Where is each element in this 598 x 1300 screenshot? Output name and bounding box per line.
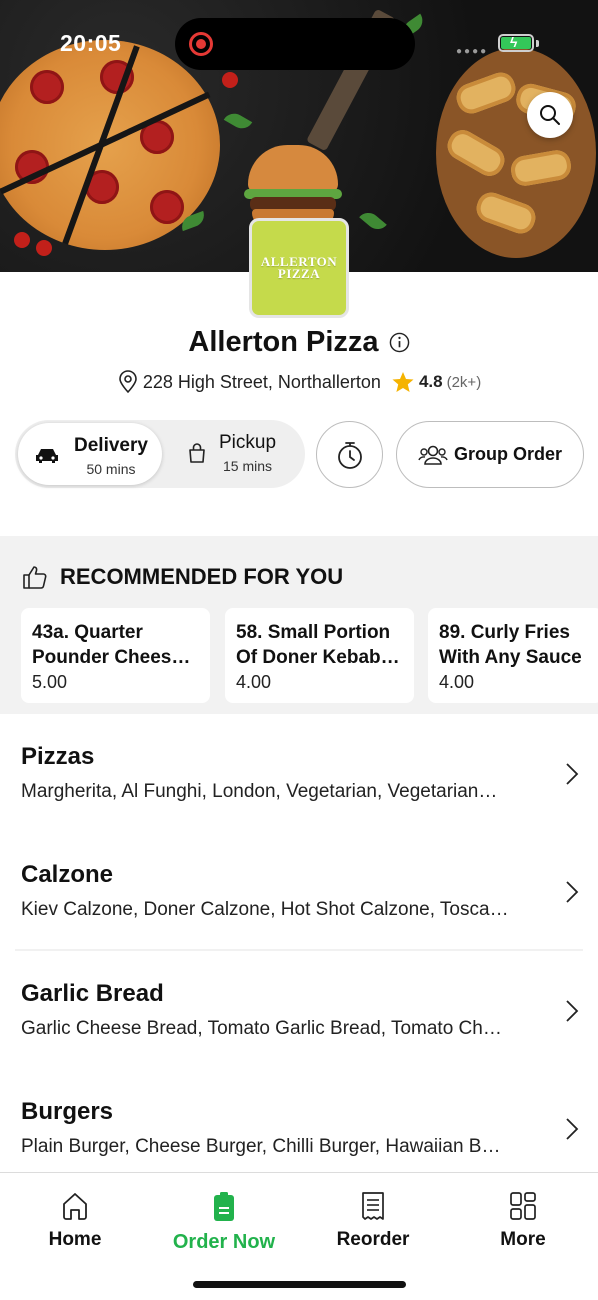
category-row-burgers[interactable]: Burgers Plain Burger, Cheese Burger, Chi…: [0, 1070, 598, 1188]
nav-order-now[interactable]: Order Now: [149, 1191, 299, 1254]
shopping-bag-icon: [189, 443, 205, 463]
recommended-card[interactable]: 43a. Quarter Pounder Chees… 5.00: [21, 608, 210, 703]
garlic-bread-image: [436, 48, 596, 258]
order-icon: [214, 1192, 234, 1221]
chevron-right-icon: [566, 881, 579, 903]
nav-reorder[interactable]: Reorder: [298, 1191, 448, 1251]
store-address: 228 High Street, Northallerton: [142, 371, 381, 392]
recommended-card[interactable]: 58. Small Portion Of Doner Kebab… 4.00: [225, 608, 414, 703]
category-description: Garlic Cheese Bread, Tomato Garlic Bread…: [21, 1018, 502, 1039]
chevron-right-icon: [566, 1118, 579, 1140]
grid-icon: [510, 1192, 536, 1220]
category-title: Garlic Bread: [21, 980, 164, 1007]
home-indicator: [193, 1281, 406, 1288]
battery-icon: ϟ: [498, 34, 534, 52]
nav-home-label: Home: [48, 1229, 102, 1250]
delivery-label: Delivery: [74, 435, 148, 456]
category-description: Margherita, Al Funghi, London, Vegetaria…: [21, 781, 498, 802]
nav-more-label: More: [500, 1229, 546, 1250]
pickup-time: 15 mins: [223, 458, 273, 474]
store-address-row: 228 High Street, Northallerton 4.8 (2k+): [0, 370, 598, 394]
nav-home[interactable]: Home: [0, 1191, 150, 1251]
category-title: Calzone: [21, 861, 114, 888]
info-icon[interactable]: [389, 332, 410, 353]
pickup-label: Pickup: [219, 432, 277, 453]
thumbs-up-icon: [23, 566, 47, 589]
delivery-mode-toggle: Delivery 50 mins Pickup 15 mins: [15, 420, 305, 488]
category-title: Pizzas: [21, 743, 95, 770]
chevron-right-icon: [566, 1000, 579, 1022]
home-icon: [63, 1193, 87, 1220]
schedule-button[interactable]: [316, 421, 383, 488]
divider: [15, 949, 583, 951]
search-icon: [540, 105, 560, 125]
recommended-item-price: 5.00: [32, 672, 68, 692]
rating-count: (2k+): [446, 373, 482, 391]
pickup-option[interactable]: Pickup 15 mins: [187, 432, 276, 474]
chevron-right-icon: [566, 763, 579, 785]
category-row-garlic-bread[interactable]: Garlic Bread Garlic Cheese Bread, Tomato…: [0, 952, 598, 1070]
dynamic-island: [175, 18, 415, 70]
category-row-pizzas[interactable]: Pizzas Margherita, Al Funghi, London, Ve…: [0, 715, 598, 833]
recommended-section: RECOMMENDED FOR YOU 43a. Quarter Pounder…: [0, 536, 598, 714]
location-pin-icon: [119, 370, 137, 394]
recommended-item-name: 43a. Quarter Pounder Chees…: [32, 622, 191, 668]
search-button[interactable]: [527, 92, 573, 138]
recommended-item-price: 4.00: [236, 672, 272, 692]
category-description: Plain Burger, Cheese Burger, Chilli Burg…: [21, 1136, 501, 1157]
category-description: Kiev Calzone, Doner Calzone, Hot Shot Ca…: [21, 899, 509, 920]
nav-order-now-label: Order Now: [172, 1231, 276, 1253]
recommended-item-name: 89. Curly Fries With Any Sauce: [439, 622, 582, 668]
recommended-item-name: 58. Small Portion Of Doner Kebab…: [236, 622, 400, 668]
recommended-card[interactable]: 89. Curly Fries With Any Sauce 4.00: [428, 608, 598, 703]
signal-icon: ●●●●: [456, 46, 489, 57]
status-time: 20:05: [60, 30, 122, 56]
receipt-icon: [362, 1192, 384, 1220]
recommended-item-price: 4.00: [439, 672, 475, 692]
car-icon: [36, 449, 58, 463]
group-order-label: Group Order: [453, 444, 562, 464]
delivery-time: 50 mins: [86, 461, 136, 477]
recommended-title: RECOMMENDED FOR YOU: [60, 564, 344, 589]
category-title: Burgers: [21, 1098, 114, 1125]
store-logo: ALLERTON PIZZA: [249, 218, 349, 318]
group-icon: [418, 445, 448, 465]
rating-value: 4.8: [418, 372, 443, 391]
nav-reorder-label: Reorder: [336, 1229, 410, 1250]
store-name: Allerton Pizza: [188, 326, 379, 358]
burger-image: [244, 145, 342, 225]
category-row-calzone[interactable]: Calzone Kiev Calzone, Doner Calzone, Hot…: [0, 833, 598, 951]
group-order-button[interactable]: Group Order: [396, 421, 584, 488]
delivery-option[interactable]: Delivery 50 mins: [18, 423, 162, 485]
star-icon: [392, 372, 414, 392]
recording-icon: [189, 32, 213, 56]
nav-more[interactable]: More: [448, 1191, 598, 1251]
timer-icon: [337, 441, 362, 469]
